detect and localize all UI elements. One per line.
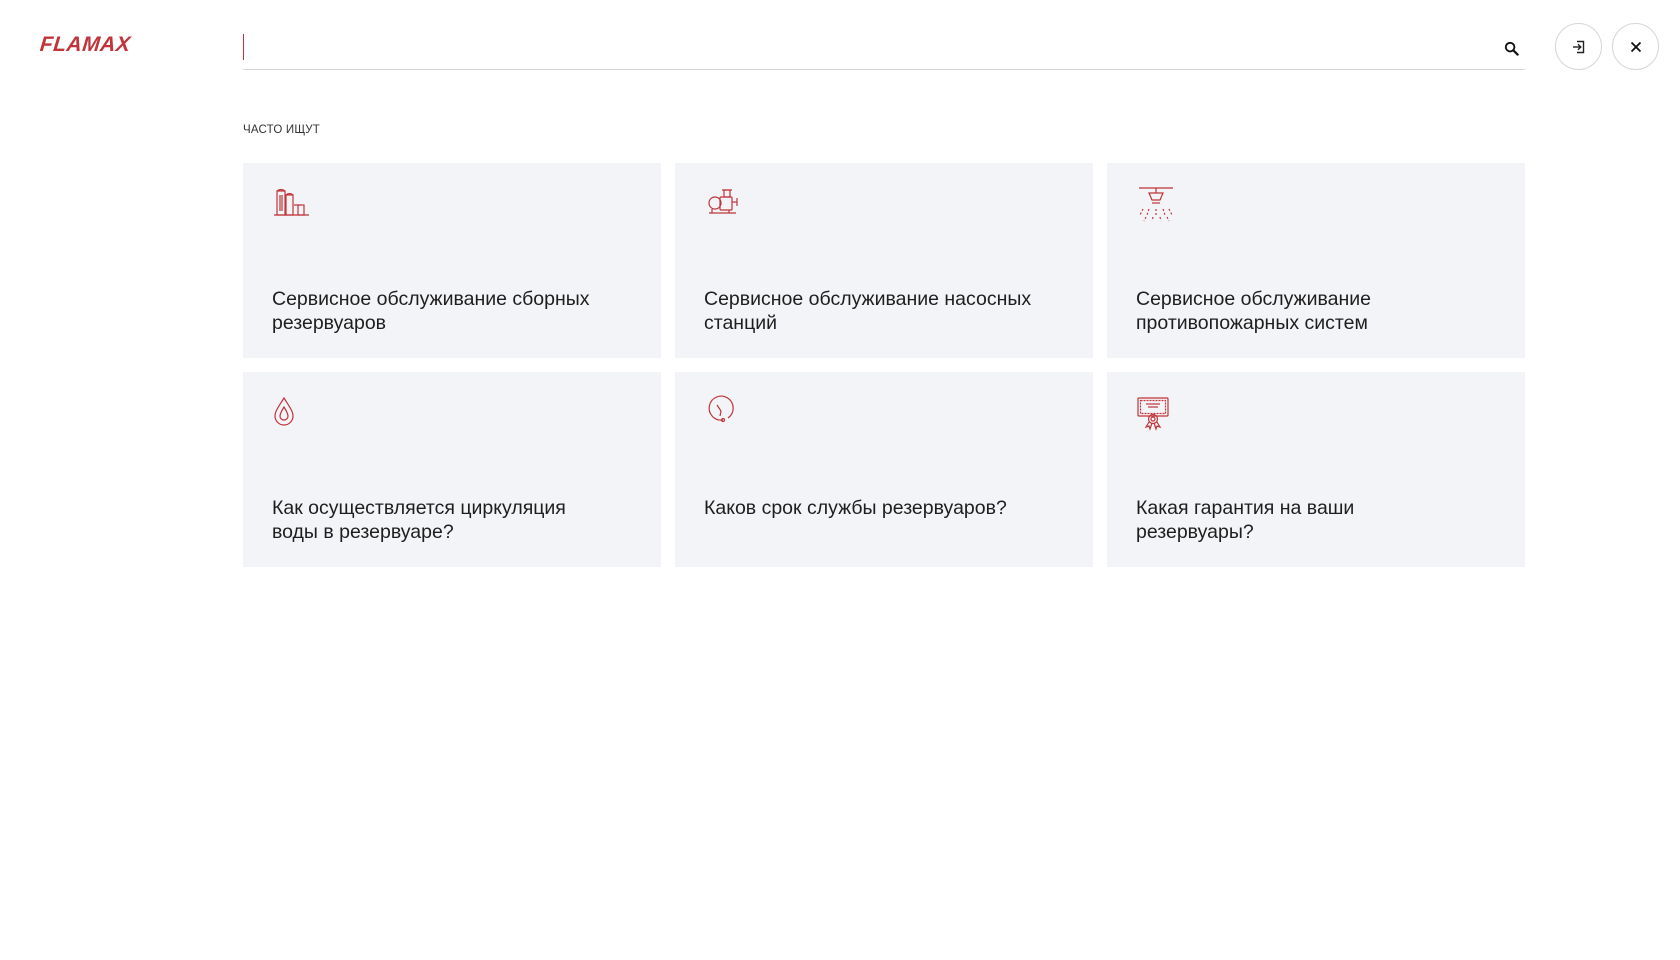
popular-card[interactable]: Каков срок службы резервуаров? [675,372,1093,567]
popular-card[interactable]: Сервисное обслуживание сборных резервуар… [243,163,661,358]
close-button[interactable] [1612,23,1659,70]
search-bar [243,28,1525,70]
popular-searches-label: ЧАСТО ИЩУТ [243,124,321,136]
clock-icon [708,395,734,423]
close-icon [1630,41,1641,52]
popular-card[interactable]: Какая гарантия на ваши резервуары? [1107,372,1525,567]
popular-card-title: Как осуществляется циркуляция воды в рез… [272,497,566,543]
popular-card[interactable]: Как осуществляется циркуляция воды в рез… [243,372,661,567]
popular-searches-grid: Сервисное обслуживание сборных резервуар… [243,163,1525,567]
sprinkler-icon [1139,187,1173,222]
search-overlay: FLAMAX ЧАСТО ИЩУТ Сервисное обслуживание… [0,0,1680,960]
pump-icon [708,189,738,214]
certificate-icon [1137,397,1169,431]
search-input[interactable] [243,34,1423,60]
login-icon [1572,40,1584,53]
popular-card[interactable]: Сервисное обслуживание насосных станций [675,163,1093,358]
login-button[interactable] [1555,23,1602,70]
water-drop-icon [274,396,294,426]
tanks-icon [274,188,309,216]
popular-card-title: Сервисное обслуживание противопожарных с… [1136,288,1371,334]
popular-card-title: Сервисное обслуживание сборных резервуар… [272,288,590,334]
brand-logo[interactable]: FLAMAX [39,33,132,56]
popular-card-title: Каков срок службы резервуаров? [704,497,1007,519]
popular-card-title: Какая гарантия на ваши резервуары? [1136,497,1355,543]
search-icon [1504,41,1519,56]
popular-card-title: Сервисное обслуживание насосных станций [704,288,1032,334]
popular-card[interactable]: Сервисное обслуживание противопожарных с… [1107,163,1525,358]
search-button[interactable] [1499,36,1523,60]
